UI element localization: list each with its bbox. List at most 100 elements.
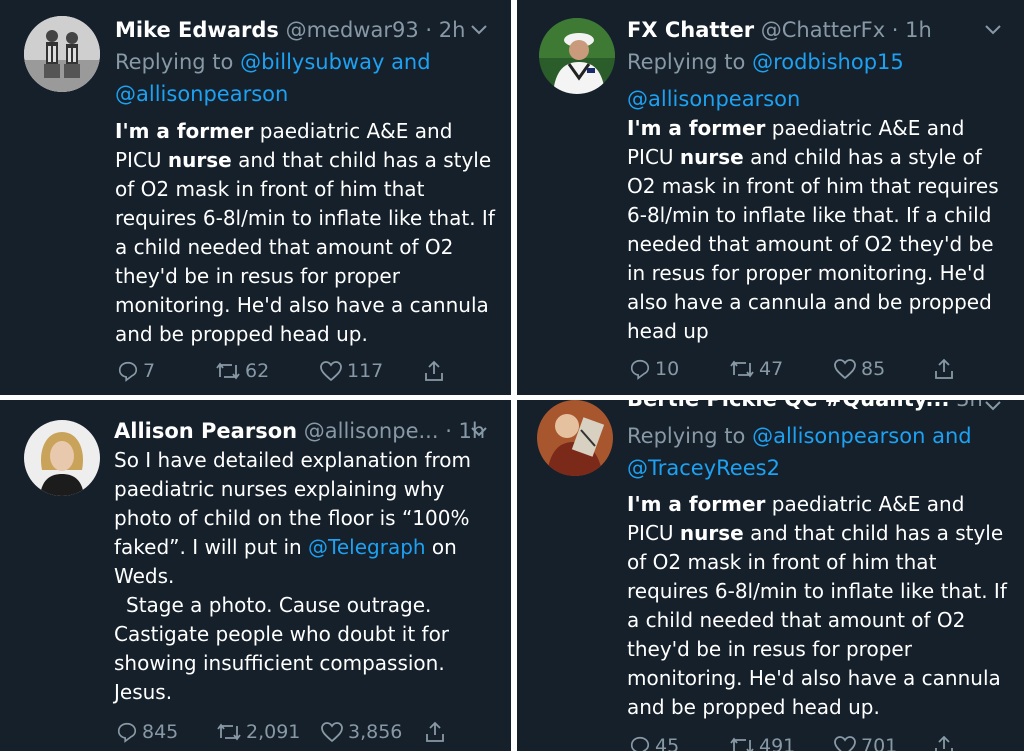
reply-icon — [116, 721, 138, 743]
retweet-count: 2,091 — [246, 721, 301, 743]
retweet-count: 47 — [759, 358, 784, 380]
avatar[interactable] — [539, 18, 615, 94]
chevron-down-icon[interactable] — [984, 20, 1002, 41]
tweet-actions: 845 2,091 3,856 — [116, 720, 446, 744]
tweet-header: Bertie Pickle QC #Quality... 3h — [627, 400, 983, 414]
separator: · — [885, 18, 906, 42]
separator: · — [418, 18, 439, 42]
retweet-button[interactable]: 47 — [729, 358, 833, 380]
like-button[interactable]: 85 — [833, 358, 933, 380]
timestamp[interactable]: 1h — [905, 18, 932, 42]
bold-text: nurse — [167, 148, 232, 172]
like-icon — [833, 735, 857, 751]
timestamp[interactable]: 2h — [439, 18, 466, 42]
tweet-text: I'm a former paediatric A&E and PICU nur… — [115, 117, 500, 349]
tweet-actions: 7 62 117 — [117, 359, 445, 383]
timestamp[interactable]: 3h — [956, 400, 983, 411]
reply-mention[interactable]: @rodbishop15 — [752, 50, 904, 74]
display-name[interactable]: FX Chatter — [627, 18, 754, 42]
like-icon — [833, 358, 857, 380]
tweet-card[interactable]: Mike Edwards @medwar93 · 2h Replying to … — [0, 0, 511, 395]
share-button[interactable] — [933, 357, 955, 381]
display-name[interactable]: Bertie Pickle QC #Quality... — [627, 400, 949, 411]
display-name[interactable]: Allison Pearson — [114, 419, 297, 443]
tweet-paragraph: So I have detailed explanation from paed… — [114, 446, 499, 591]
retweet-button[interactable]: 62 — [215, 360, 319, 382]
reply-count: 7 — [143, 360, 156, 382]
retweet-icon — [216, 721, 242, 743]
retweet-button[interactable]: 491 — [729, 735, 833, 751]
tweet-header: FX Chatter @ChatterFx · 1h — [627, 15, 932, 45]
bold-text: I'm a former — [627, 116, 766, 140]
replying-to: Replying to @billysubway and @allisonpea… — [115, 46, 495, 110]
replying-to: Replying to @allisonpearson and @TraceyR… — [627, 420, 1012, 484]
mention-link[interactable]: @Telegraph — [308, 535, 426, 559]
reply-icon — [629, 735, 651, 751]
reply-mention[interactable]: @billysubway and — [240, 50, 431, 74]
like-button[interactable]: 117 — [319, 360, 423, 382]
share-icon — [424, 720, 446, 744]
reply-icon — [629, 358, 651, 380]
like-count: 117 — [347, 360, 384, 382]
retweet-button[interactable]: 2,091 — [216, 721, 320, 743]
chevron-down-icon[interactable] — [984, 400, 1002, 417]
bold-text: I'm a former — [115, 119, 254, 143]
user-handle[interactable]: @medwar93 — [286, 18, 419, 42]
bold-text: nurse — [679, 521, 744, 545]
replying-label: Replying to — [627, 50, 753, 74]
share-icon — [933, 357, 955, 381]
reply-button[interactable]: 845 — [116, 721, 216, 743]
tweet-card[interactable]: Allison Pearson @allisonpe... · 1h So I … — [0, 400, 511, 751]
avatar[interactable] — [537, 400, 613, 476]
reply-button[interactable]: 10 — [629, 358, 729, 380]
text: and that child has a style of O2 mask in… — [115, 148, 495, 346]
reply-mention[interactable]: @allisonpearson — [115, 82, 288, 106]
reply-count: 45 — [655, 735, 680, 751]
user-handle[interactable]: @ChatterFx — [761, 18, 885, 42]
reply-mention[interactable]: @allisonpearson — [627, 87, 800, 111]
like-count: 701 — [861, 735, 898, 751]
like-button[interactable]: 701 — [833, 735, 933, 751]
reply-mention[interactable]: @allisonpearson and — [752, 424, 972, 448]
reply-button[interactable]: 45 — [629, 735, 729, 751]
retweet-icon — [729, 735, 755, 751]
reply-mention[interactable]: @TraceyRees2 — [627, 456, 780, 480]
display-name[interactable]: Mike Edwards — [115, 18, 279, 42]
tweet-text: So I have detailed explanation from paed… — [114, 446, 499, 707]
retweet-count: 62 — [245, 360, 270, 382]
tweet-text: I'm a former paediatric A&E and PICU nur… — [627, 114, 1012, 346]
like-icon — [320, 721, 344, 743]
tweet-card[interactable]: FX Chatter @ChatterFx · 1h Replying to @… — [517, 0, 1024, 395]
like-count: 85 — [861, 358, 886, 380]
chevron-down-icon[interactable] — [470, 20, 488, 41]
share-button[interactable] — [423, 359, 445, 383]
text: and child has a style of O2 mask in fron… — [627, 145, 999, 343]
tweet-paragraph: Stage a photo. Cause outrage. Castigate … — [114, 593, 450, 704]
like-icon — [319, 360, 343, 382]
tweet-text: I'm a former paediatric A&E and PICU nur… — [627, 490, 1012, 722]
replying-label: Replying to — [115, 50, 241, 74]
retweet-icon — [729, 358, 755, 380]
tweet-header: Mike Edwards @medwar93 · 2h — [115, 15, 465, 45]
avatar[interactable] — [24, 420, 100, 496]
text: and that child has a style of O2 mask in… — [627, 521, 1007, 719]
share-button[interactable] — [424, 720, 446, 744]
reply-count: 10 — [655, 358, 680, 380]
reply-icon — [117, 360, 139, 382]
replying-to-continued: @allisonpearson — [627, 83, 1007, 115]
like-button[interactable]: 3,856 — [320, 721, 424, 743]
user-handle[interactable]: @allisonpe... — [304, 419, 439, 443]
replying-to: Replying to @rodbishop15 — [627, 46, 1007, 78]
avatar[interactable] — [24, 16, 100, 92]
reply-button[interactable]: 7 — [117, 360, 215, 382]
retweet-icon — [215, 360, 241, 382]
separator: · — [438, 419, 459, 443]
share-icon — [423, 359, 445, 383]
tweet-actions: 45 491 701 — [629, 734, 955, 751]
bold-text: nurse — [679, 145, 744, 169]
tweet-card[interactable]: Bertie Pickle QC #Quality... 3h Replying… — [517, 400, 1024, 751]
chevron-down-icon[interactable] — [470, 422, 488, 443]
like-count: 3,856 — [348, 721, 403, 743]
replying-label: Replying to — [627, 424, 753, 448]
share-button[interactable] — [933, 734, 955, 751]
